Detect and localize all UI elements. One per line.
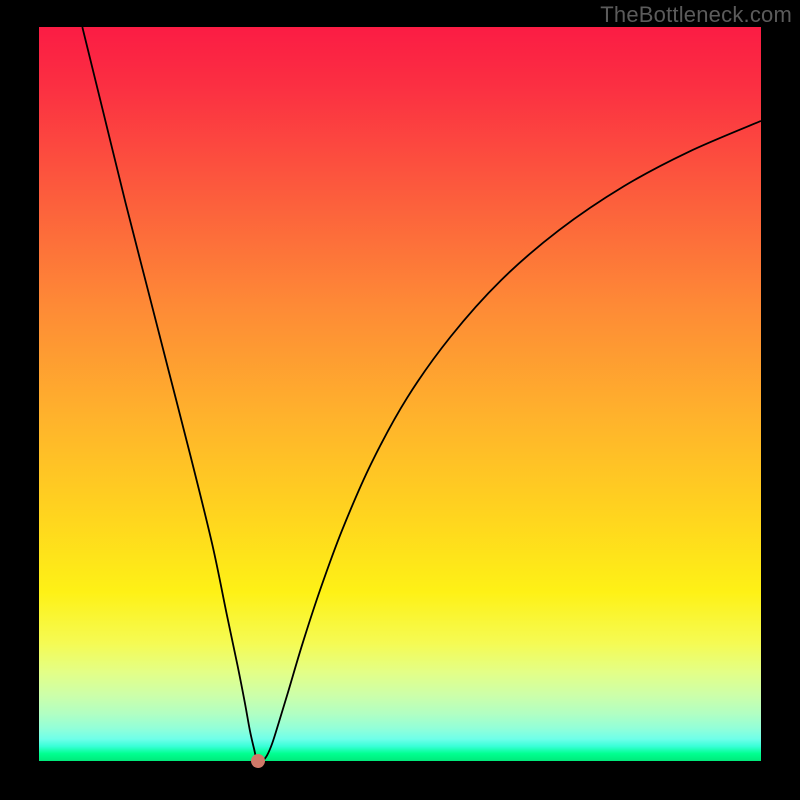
- curve-path: [82, 27, 761, 761]
- bottleneck-curve: [39, 27, 761, 761]
- chart-frame: TheBottleneck.com: [0, 0, 800, 800]
- watermark-text: TheBottleneck.com: [600, 2, 792, 28]
- min-point-marker: [251, 754, 265, 768]
